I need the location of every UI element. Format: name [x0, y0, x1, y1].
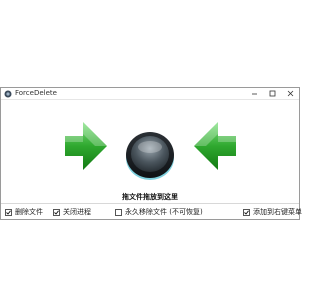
drop-hint-text: 拖文件拖放到这里 [122, 193, 178, 201]
option-permanent-remove[interactable]: 永久移除文件 (不可恢复) [115, 207, 203, 217]
checkmark-icon [54, 210, 59, 215]
maximize-icon [269, 90, 275, 97]
checkbox-close-process[interactable] [53, 208, 60, 216]
option-label: 永久移除文件 (不可恢复) [125, 208, 203, 216]
close-icon [287, 90, 293, 97]
drop-area[interactable]: 拖文件拖放到这里 [1, 100, 299, 201]
option-label: 添加到右键菜单 [253, 208, 302, 216]
checkmark-icon [6, 210, 11, 215]
minimize-button[interactable] [245, 88, 263, 99]
green-arrow-right-icon [65, 122, 107, 170]
close-button[interactable] [281, 88, 299, 99]
checkbox-delete-file[interactable] [5, 208, 12, 216]
checkbox-add-context-menu[interactable] [243, 208, 250, 216]
option-label: 删除文件 [15, 208, 43, 216]
checkmark-icon [244, 210, 249, 215]
drop-target-disc-icon [126, 132, 174, 180]
option-delete-file[interactable]: 删除文件 [5, 207, 43, 217]
green-arrow-left-icon [194, 122, 236, 170]
window-title: ForceDelete [15, 89, 57, 97]
options-bar: 删除文件 关闭进程 永久移除文件 (不可恢复) 添加到右键菜单 [1, 203, 302, 218]
title-bar[interactable]: ForceDelete [1, 88, 299, 100]
option-label: 关闭进程 [63, 208, 91, 216]
minimize-icon [251, 93, 257, 95]
option-close-process[interactable]: 关闭进程 [53, 207, 91, 217]
checkbox-permanent-remove[interactable] [115, 208, 122, 216]
forcedelete-window: ForceDelete 拖文件拖放到这里 删除文件 关闭进程 永久移除文件 (不… [0, 87, 302, 220]
maximize-button[interactable] [263, 88, 281, 99]
app-disc-icon [4, 90, 12, 97]
option-add-context-menu[interactable]: 添加到右键菜单 [243, 207, 302, 217]
window-controls [245, 88, 299, 99]
